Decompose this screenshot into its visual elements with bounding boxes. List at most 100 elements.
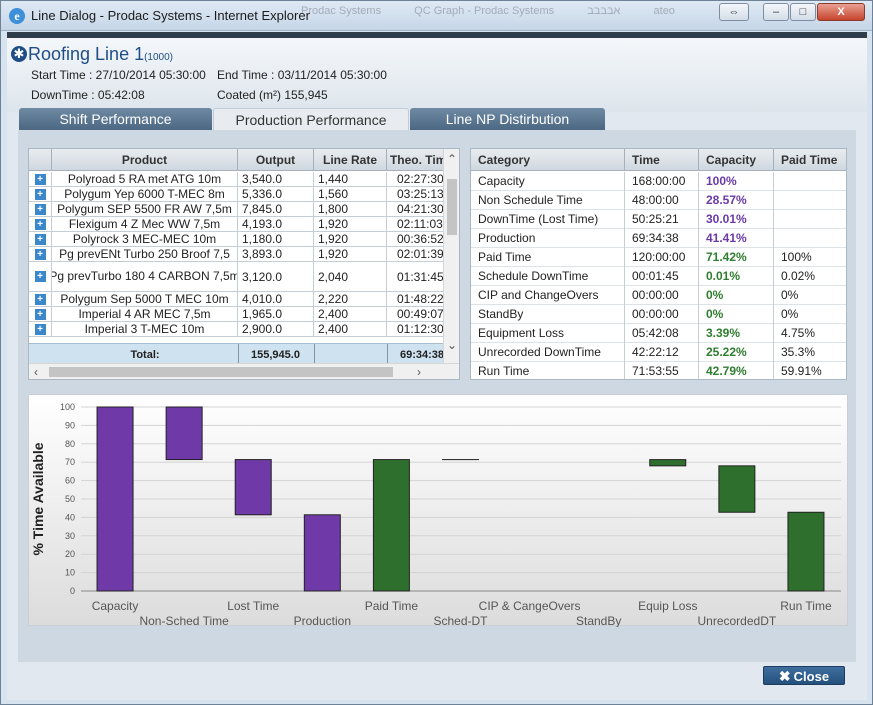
chart-svg: 0 10 20 30 40 50 60 70 80 90 100 % Time Available Ca… [30, 402, 841, 627]
chart-bar [96, 406, 134, 592]
column-header-paid-time[interactable]: Paid Time [774, 149, 846, 171]
product-name: Imperial 3 T-MEC 10m [52, 322, 238, 336]
row-expand-cell[interactable]: + [29, 217, 52, 231]
category-paid-time: 59.91% [774, 362, 846, 379]
close-window-button[interactable]: X [817, 3, 865, 21]
close-icon: ✖ [778, 668, 791, 684]
row-expand-cell[interactable]: + [29, 292, 52, 306]
column-header-capacity[interactable]: Capacity [699, 149, 774, 171]
x-category-label: Sched-DT [433, 614, 488, 627]
y-tick-label: 0 [70, 586, 75, 596]
column-header-product[interactable]: Product [52, 149, 238, 171]
product-name: Pg prevTurbo 180 4 CARBON 7,5m [52, 262, 238, 291]
product-name: Pg prevENt Turbo 250 Broof 7,5 [52, 247, 238, 261]
product-line-rate: 1,440 [314, 172, 387, 186]
y-tick-label: 100 [60, 402, 75, 412]
expand-icon[interactable]: + [34, 188, 46, 200]
product-row[interactable]: + Pg prevENt Turbo 250 Broof 7,5 3,893.0 1,… [29, 247, 445, 262]
product-theo-time: 02:11:03 [387, 217, 445, 231]
total-theo-time: 69:34:38 [387, 344, 445, 365]
close-button-label: Close [793, 669, 830, 684]
expand-icon[interactable]: + [34, 248, 46, 260]
expand-icon[interactable]: + [34, 293, 46, 305]
tab-line-np-distribution[interactable]: Line NP Distirbution [410, 108, 605, 130]
column-header-line-rate[interactable]: Line Rate [314, 149, 387, 171]
row-expand-cell[interactable]: + [29, 187, 52, 201]
column-header-category[interactable]: Category [471, 149, 625, 171]
product-output: 3,893.0 [238, 247, 314, 261]
category-name: Non Schedule Time [471, 191, 625, 210]
downtime: DownTime : 05:42:08 [31, 88, 145, 102]
category-paid-time [774, 191, 846, 210]
expand-icon[interactable]: + [34, 308, 46, 320]
product-output: 7,845.0 [238, 202, 314, 216]
product-name: Polyrock 3 MEC-MEC 10m [52, 232, 238, 246]
product-row[interactable]: + Imperial 4 AR MEC 7,5m 1,965.0 2,400 00:49… [29, 307, 445, 322]
expand-icon[interactable]: + [34, 203, 46, 215]
category-name: DownTime (Lost Time) [471, 210, 625, 229]
column-header-theo-time[interactable]: Theo. Time [387, 149, 445, 171]
minimize-button[interactable]: – [763, 3, 789, 21]
close-button[interactable]: ✖ Close [763, 666, 845, 685]
vertical-scroll-thumb[interactable] [447, 179, 457, 235]
product-row[interactable]: + Polygum Yep 6000 T-MEC 8m 5,336.0 1,560 03… [29, 187, 445, 202]
x-category-label: CIP & CangeOvers [479, 599, 581, 613]
expand-icon[interactable]: + [34, 233, 46, 245]
expand-icon[interactable]: + [34, 323, 46, 335]
product-row[interactable]: + Polyroad 5 RA met ATG 10m 3,540.0 1,440 02… [29, 172, 445, 187]
product-output: 5,336.0 [238, 187, 314, 201]
product-name: Polygum Sep 5000 T MEC 10m [52, 292, 238, 306]
maximize-button[interactable]: □ [790, 3, 816, 21]
horizontal-scroll-thumb[interactable] [49, 367, 393, 377]
category-name: CIP and ChangeOvers [471, 286, 625, 305]
product-line-rate: 1,920 [314, 217, 387, 231]
category-paid-time: 0% [774, 286, 846, 305]
product-output: 4,193.0 [238, 217, 314, 231]
scroll-down-icon[interactable]: ⌄ [447, 337, 457, 353]
line-name: Roofing Line 1 [28, 44, 145, 64]
product-grid-header: Product Output Line Rate Theo. Time [29, 149, 445, 171]
horizontal-scrollbar[interactable]: ‹ › [29, 363, 459, 379]
coated-area: Coated (m²) 155,945 [217, 88, 328, 102]
category-paid-time [774, 210, 846, 229]
product-row[interactable]: + Polyrock 3 MEC-MEC 10m 1,180.0 1,920 00:36… [29, 232, 445, 247]
row-expand-cell[interactable]: + [29, 247, 52, 261]
category-capacity: 28.57% [699, 191, 774, 210]
row-expand-cell[interactable]: + [29, 322, 52, 336]
product-row[interactable]: + Imperial 3 T-MEC 10m 2,900.0 2,400 01:12:3… [29, 322, 445, 337]
category-name: StandBy [471, 305, 625, 324]
y-tick-label: 50 [65, 494, 75, 504]
category-paid-time [774, 229, 846, 248]
vertical-scrollbar[interactable]: ⌃ ⌄ [443, 149, 459, 365]
product-row[interactable]: + Pg prevTurbo 180 4 CARBON 7,5m 3,120.0 2,… [29, 262, 445, 292]
y-tick-label: 20 [65, 549, 75, 559]
column-header-output[interactable]: Output [238, 149, 314, 171]
expand-icon[interactable]: + [34, 271, 46, 282]
row-expand-cell[interactable]: + [29, 202, 52, 216]
product-output: 2,900.0 [238, 322, 314, 336]
scroll-right-icon[interactable]: › [417, 364, 421, 379]
row-expand-cell[interactable]: + [29, 172, 52, 186]
product-row[interactable]: + Polygum Sep 5000 T MEC 10m 4,010.0 2,220 0… [29, 292, 445, 307]
category-paid-time: 4.75% [774, 324, 846, 343]
scroll-up-icon[interactable]: ⌃ [447, 151, 457, 167]
product-row[interactable]: + Polygum SEP 5500 FR AW 7,5m 7,845.0 1,800… [29, 202, 445, 217]
tab-production-performance[interactable]: Production Performance [213, 108, 409, 130]
scroll-left-icon[interactable]: ‹ [34, 364, 38, 379]
gear-icon: ✱ [11, 46, 27, 62]
product-row[interactable]: + Flexigum 4 Z Mec WW 7,5m 4,193.0 1,920 02:… [29, 217, 445, 232]
row-expand-cell[interactable]: + [29, 232, 52, 246]
expand-icon[interactable]: + [34, 173, 46, 185]
row-expand-cell[interactable]: + [29, 307, 52, 321]
total-output: 155,945.0 [238, 344, 314, 365]
tab-shift-performance[interactable]: Shift Performance [19, 108, 212, 130]
product-total-row: Total: 155,945.0 69:34:38 [29, 343, 445, 365]
product-theo-time: 00:49:07 [387, 307, 445, 321]
row-expand-cell[interactable]: + [29, 262, 52, 291]
expand-icon[interactable]: + [34, 218, 46, 230]
restore-arrows-button[interactable]: ⇔ [719, 3, 749, 21]
column-header-time[interactable]: Time [625, 149, 699, 171]
background-tab: Prodac Systems [301, 5, 382, 17]
category-row: Non Schedule Time 48:00:00 28.57% [471, 191, 846, 210]
product-line-rate: 1,800 [314, 202, 387, 216]
